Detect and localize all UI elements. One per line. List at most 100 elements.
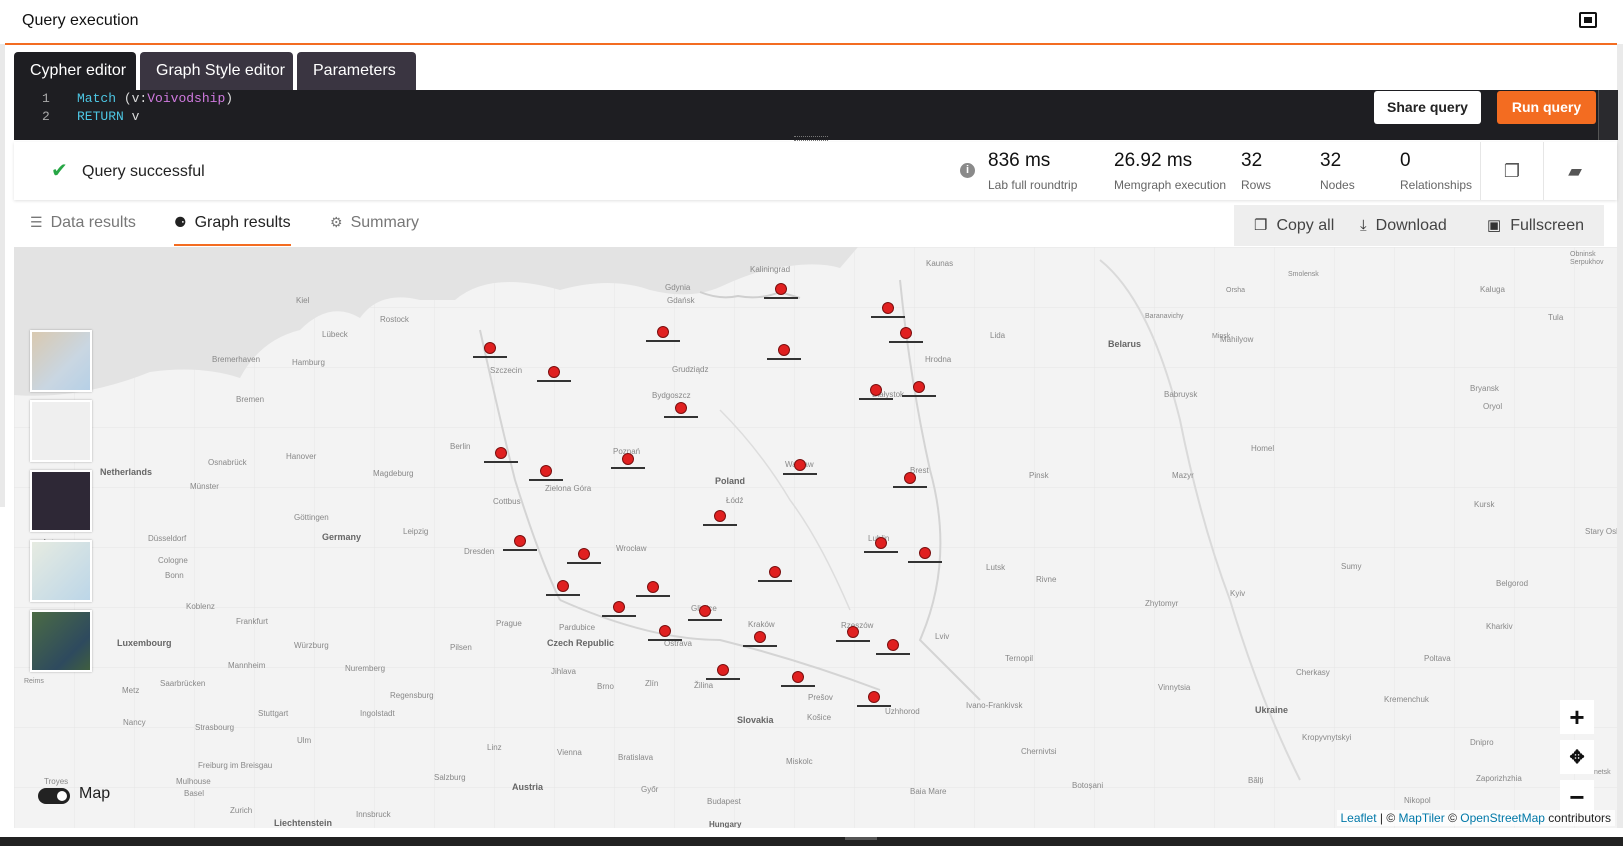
map-label-nikopol: Nikopol — [1404, 796, 1431, 805]
node-circle[interactable] — [794, 459, 806, 471]
line-number: 2 — [42, 109, 50, 124]
editor-resize-handle[interactable] — [794, 136, 828, 141]
action-label: Download — [1375, 217, 1447, 234]
node-circle[interactable] — [868, 691, 880, 703]
query-status-bar: ✔ Query successful i 836 ms Lab full rou… — [14, 142, 1617, 200]
node-circle[interactable] — [613, 601, 625, 613]
map-label-zurich: Zurich — [230, 806, 252, 815]
node-circle[interactable] — [775, 283, 787, 295]
node-circle[interactable] — [870, 384, 882, 396]
open-folder-button[interactable]: ▰ — [1543, 142, 1606, 200]
node-circle[interactable] — [887, 639, 899, 651]
zoom-out-button[interactable]: − — [1560, 780, 1594, 814]
map-label-belgorod: Belgorod — [1496, 579, 1528, 588]
metric-label: Relationships — [1400, 178, 1473, 192]
copy-all-button[interactable]: ❐ Copy all — [1254, 205, 1334, 246]
map-label-botosani: Botoșani — [1072, 781, 1103, 790]
resize-nub[interactable] — [845, 837, 877, 840]
copy-results-button[interactable]: ❐ — [1480, 142, 1543, 200]
node-circle[interactable] — [847, 626, 859, 638]
node-circle[interactable] — [495, 447, 507, 459]
tab-cypher-editor[interactable]: Cypher editor — [14, 52, 136, 90]
metric-roundtrip: 836 ms Lab full roundtrip — [988, 150, 1077, 192]
map-label-gyor: Győr — [641, 785, 659, 794]
node-circle[interactable] — [900, 327, 912, 339]
node-circle[interactable] — [514, 535, 526, 547]
node-circle[interactable] — [769, 566, 781, 578]
tab-graph-results[interactable]: ⚈ Graph results — [174, 207, 291, 246]
metric-label: Nodes — [1320, 178, 1355, 192]
node-circle[interactable] — [792, 671, 804, 683]
node-circle[interactable] — [647, 581, 659, 593]
node-circle[interactable] — [754, 631, 766, 643]
node-caption — [529, 479, 563, 481]
tab-data-results[interactable]: ☰ Data results — [30, 207, 136, 244]
node-caption — [758, 580, 792, 582]
node-circle[interactable] — [659, 625, 671, 637]
maptiler-link[interactable]: MapTiler — [1399, 811, 1445, 825]
node-caption — [688, 619, 722, 621]
map-label-kremenchuk: Kremenchuk — [1384, 695, 1430, 704]
leaflet-link[interactable]: Leaflet — [1341, 811, 1377, 825]
tab-label: Graph results — [194, 214, 291, 231]
node-circle[interactable] — [557, 580, 569, 592]
download-button[interactable]: ⤓ Download — [1360, 205, 1447, 246]
node-circle[interactable] — [540, 465, 552, 477]
node-circle[interactable] — [913, 381, 925, 393]
map-label-mannheim: Mannheim — [228, 661, 266, 670]
node-circle[interactable] — [657, 326, 669, 338]
node-caption — [503, 549, 537, 551]
map-label-zhytomyr: Zhytomyr — [1145, 599, 1179, 608]
map-label-orsha: Orsha — [1226, 287, 1245, 294]
layer-thumb-satellite[interactable] — [30, 610, 92, 672]
node-circle[interactable] — [578, 548, 590, 560]
node-circle[interactable] — [484, 342, 496, 354]
node-caption — [706, 678, 740, 680]
node-circle[interactable] — [622, 453, 634, 465]
node-circle[interactable] — [548, 366, 560, 378]
node-circle[interactable] — [875, 537, 887, 549]
folder-icon: ▰ — [1568, 161, 1582, 181]
share-query-button[interactable]: Share query — [1374, 91, 1481, 124]
tab-summary[interactable]: ⚙ Summary — [330, 207, 419, 244]
tab-parameters[interactable]: Parameters — [297, 52, 416, 90]
zoom-in-button[interactable]: + — [1560, 700, 1594, 734]
map-label-cottbus: Cottbus — [493, 497, 521, 506]
node-circle[interactable] — [919, 547, 931, 559]
map-svg[interactable]: SovetskKaliningradGdyniaGdańskRostockKie… — [14, 247, 1617, 828]
right-scrollbar[interactable] — [1617, 44, 1623, 846]
action-label: Fullscreen — [1510, 217, 1584, 234]
tab-graph-style-editor[interactable]: Graph Style editor — [140, 52, 293, 90]
code-line-1[interactable]: Match (v:Voivodship) — [77, 91, 233, 106]
node-circle[interactable] — [882, 302, 894, 314]
editor-side-strip — [1598, 90, 1618, 140]
fullscreen-button[interactable]: ▣ Fullscreen — [1487, 205, 1584, 246]
node-circle[interactable] — [717, 664, 729, 676]
node-circle[interactable] — [714, 510, 726, 522]
layer-thumb-topo[interactable] — [30, 540, 92, 602]
layer-thumb-light[interactable] — [30, 400, 92, 462]
node-circle[interactable] — [675, 402, 687, 414]
map-view[interactable]: SovetskKaliningradGdyniaGdańskRostockKie… — [14, 247, 1617, 828]
code-line-2[interactable]: RETURN v — [77, 109, 139, 124]
map-label-obninsk: Obninsk — [1570, 251, 1596, 258]
map-toggle-switch[interactable] — [38, 788, 70, 804]
node-caption — [664, 416, 698, 418]
map-label-bratislava: Bratislava — [618, 753, 654, 762]
map-label-kyiv: Kyiv — [1230, 589, 1245, 598]
tab-label: Summary — [350, 214, 420, 231]
node-circle[interactable] — [699, 605, 711, 617]
osm-link[interactable]: OpenStreetMap — [1460, 811, 1545, 825]
window-titlebar: Query execution — [5, 0, 1617, 45]
maximize-icon[interactable] — [1579, 12, 1597, 28]
layer-thumb-streets[interactable] — [30, 330, 92, 392]
layer-thumb-dark[interactable] — [30, 470, 92, 532]
info-icon[interactable]: i — [960, 163, 975, 178]
recenter-button[interactable]: ✥ — [1560, 740, 1594, 774]
line-number: 1 — [42, 91, 50, 106]
node-circle[interactable] — [778, 344, 790, 356]
map-label-stuttgart: Stuttgart — [258, 709, 289, 718]
run-query-button[interactable]: Run query — [1497, 91, 1596, 124]
node-circle[interactable] — [904, 472, 916, 484]
map-label-bydgoszcz: Bydgoszcz — [652, 391, 691, 400]
